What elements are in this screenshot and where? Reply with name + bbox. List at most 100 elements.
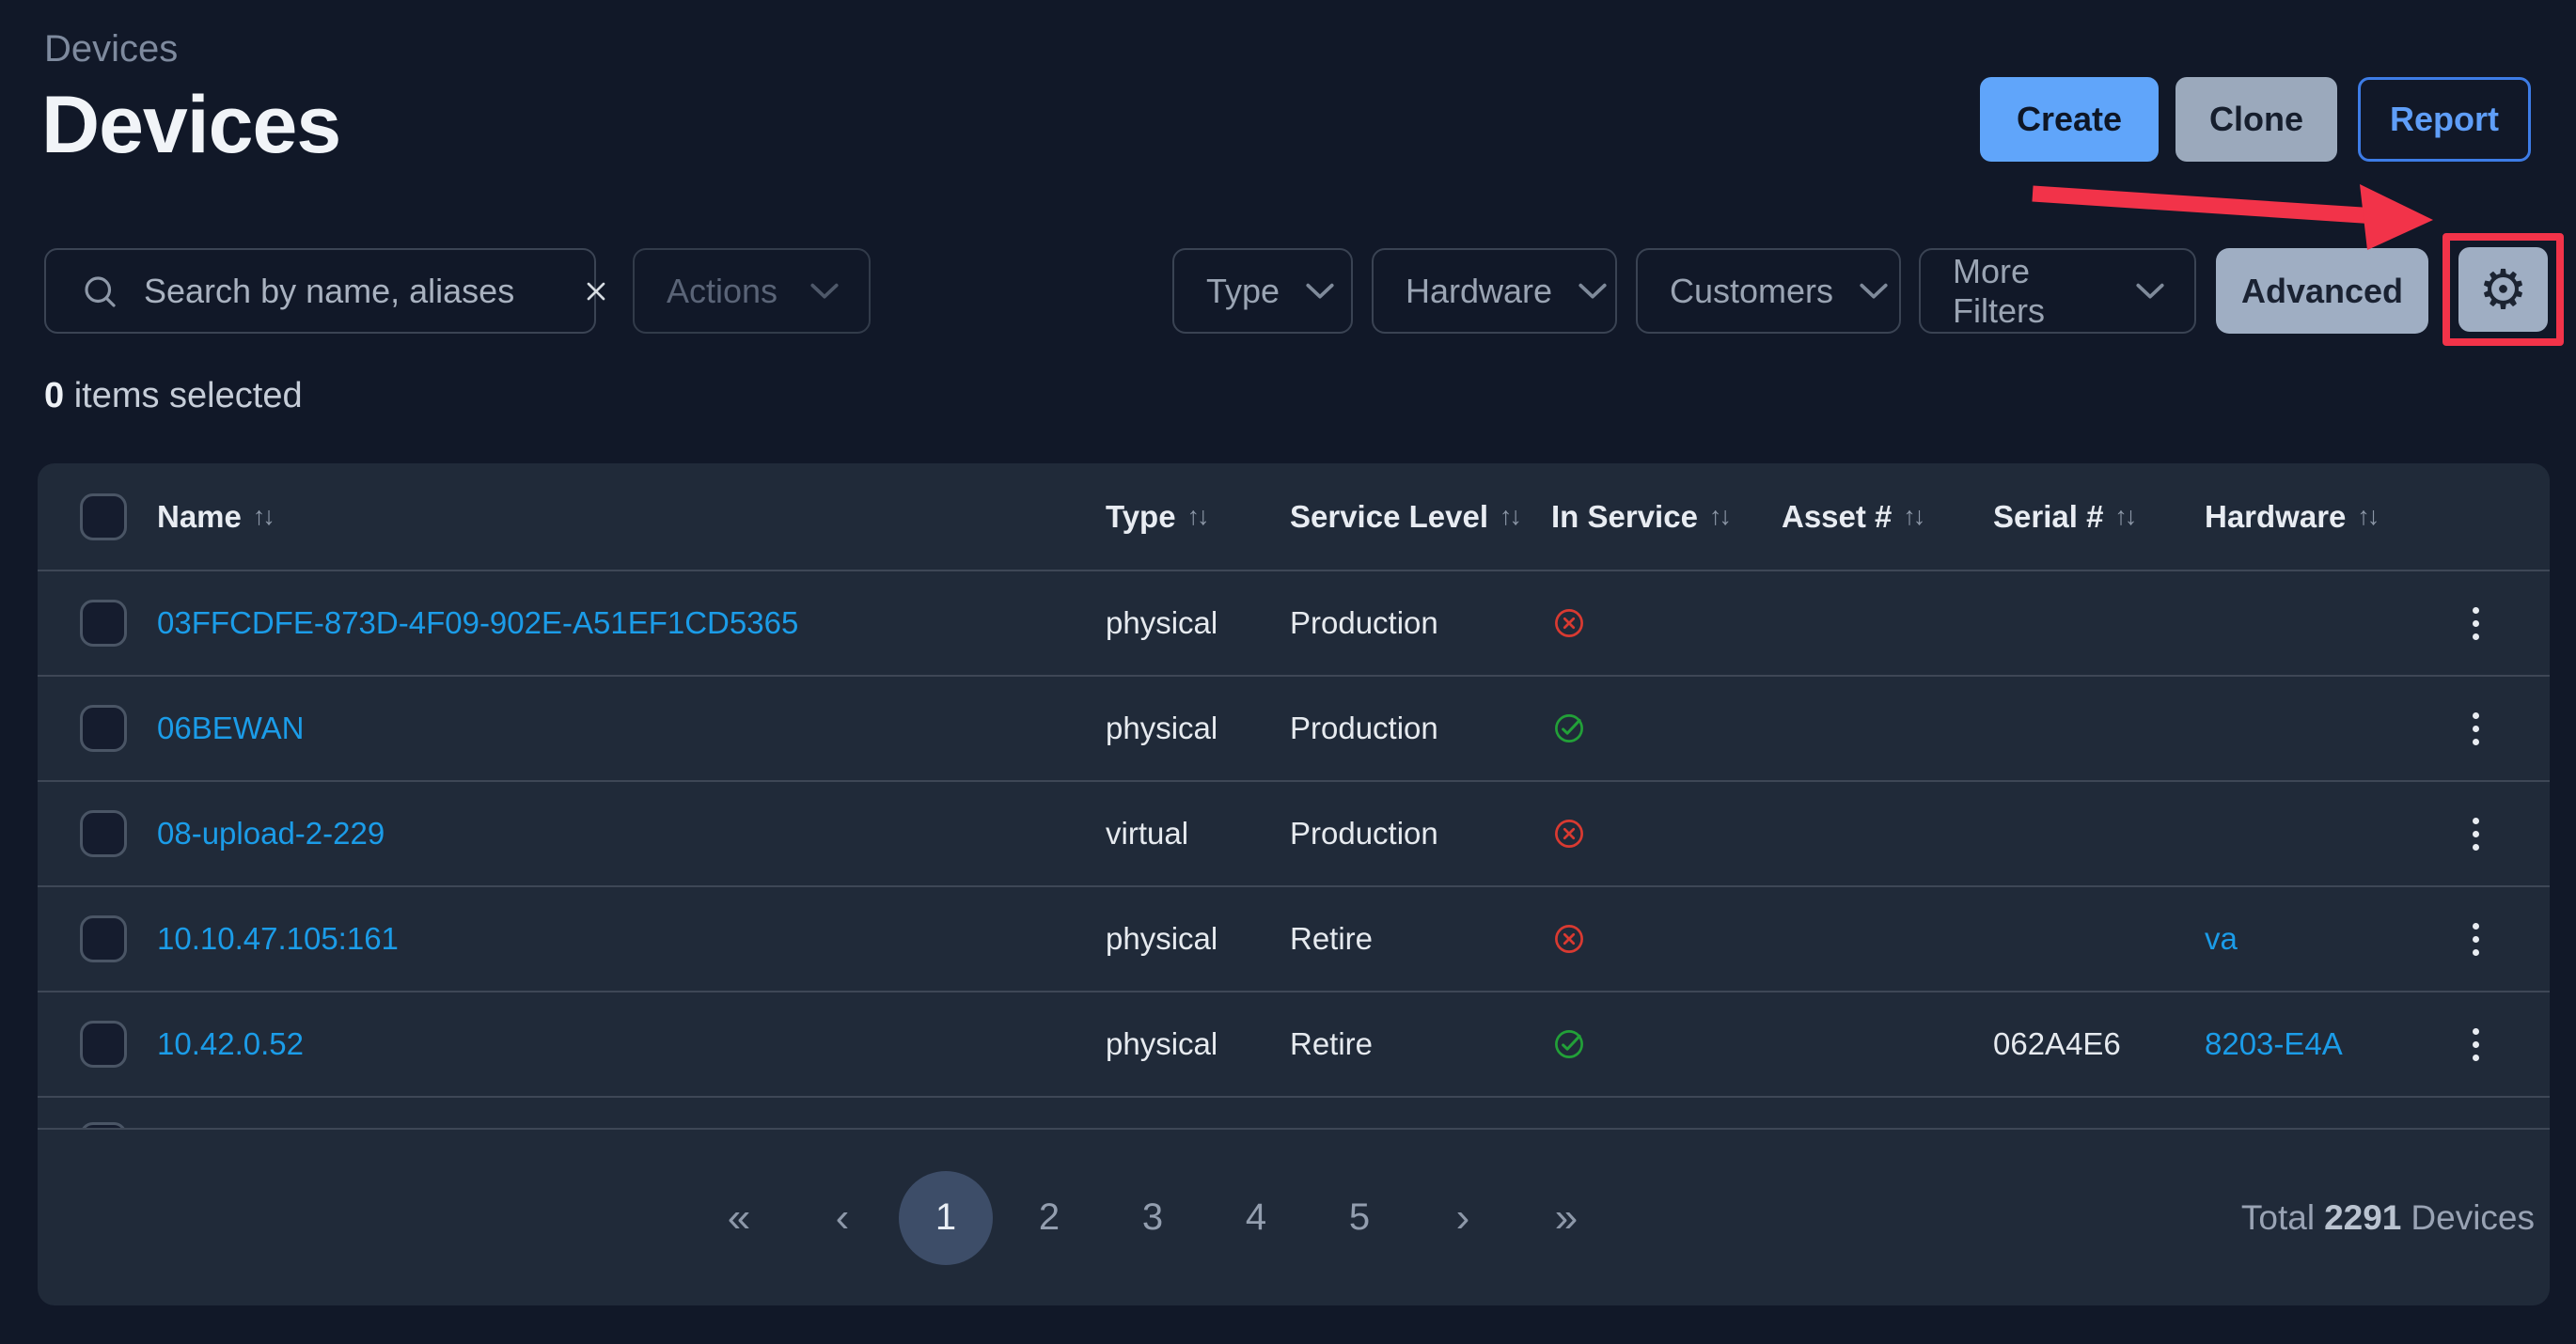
clear-search-icon[interactable]: [581, 276, 611, 306]
table-footer: « ‹ 1 2 3 4 5 › » Total 2291 Devices: [38, 1128, 2550, 1305]
advanced-filters-button[interactable]: Advanced: [2216, 248, 2428, 334]
row-checkbox[interactable]: [80, 1021, 127, 1068]
selection-count-number: 0: [44, 376, 64, 415]
in-service-status-icon: [1551, 605, 1782, 641]
hardware-cell: va: [2205, 921, 2473, 957]
gear-icon: ⚙: [2479, 262, 2528, 317]
search-icon: [80, 272, 119, 311]
hardware-link[interactable]: va: [2205, 921, 2238, 956]
next-page-button[interactable]: ›: [1416, 1171, 1510, 1265]
table-row: 03FFCDFE-873D-4F09-902E-A51EF1CD5365 phy…: [38, 570, 2550, 675]
total-devices-label: Total 2291 Devices: [2241, 1198, 2535, 1238]
in-service-status-icon: [1551, 921, 1782, 957]
filter-type-label: Type: [1206, 272, 1280, 311]
row-checkbox[interactable]: [80, 810, 127, 857]
type-cell: physical: [1106, 921, 1290, 957]
service-level-cell: Production: [1290, 816, 1551, 852]
in-service-status-icon: [1551, 1026, 1782, 1062]
column-header-type[interactable]: Type↑↓: [1106, 499, 1290, 535]
column-header-in-service[interactable]: In Service↑↓: [1551, 499, 1782, 535]
filter-customers-dropdown[interactable]: Customers: [1636, 248, 1901, 334]
sort-icon: ↑↓: [1187, 502, 1207, 531]
device-name-link[interactable]: 10.42.0.52: [157, 1026, 304, 1061]
breadcrumb: Devices: [44, 28, 178, 70]
filter-hardware-dropdown[interactable]: Hardware: [1372, 248, 1617, 334]
device-name-link[interactable]: 10.10.47.105:161: [157, 921, 399, 956]
filter-more-filters-dropdown[interactable]: More Filters: [1919, 248, 2196, 334]
page-button-4[interactable]: 4: [1209, 1171, 1303, 1265]
service-level-cell: Retire: [1290, 921, 1551, 957]
page-title: Devices: [41, 79, 340, 172]
column-header-service-level[interactable]: Service Level↑↓: [1290, 499, 1551, 535]
row-actions-menu-button[interactable]: [2473, 607, 2479, 640]
search-box[interactable]: [44, 248, 596, 334]
table-row: 10.42.0.52 physical Retire 062A4E6 8203-…: [38, 991, 2550, 1096]
row-actions-menu-button[interactable]: [2473, 712, 2479, 745]
table-row: 10.10.47.105:161 physical Retire va: [38, 885, 2550, 991]
device-name-cell: 03FFCDFE-873D-4F09-902E-A51EF1CD5365: [157, 605, 1106, 641]
last-page-button[interactable]: »: [1519, 1171, 1613, 1265]
row-checkbox[interactable]: [80, 915, 127, 962]
table-row: 08-upload-2-229 virtual Production: [38, 780, 2550, 885]
sort-icon: ↑↓: [1709, 502, 1729, 531]
type-cell: virtual: [1106, 816, 1290, 852]
column-header-name[interactable]: Name↑↓: [157, 499, 1106, 535]
pagination: « ‹ 1 2 3 4 5 › »: [692, 1171, 1613, 1265]
column-header-asset[interactable]: Asset #↑↓: [1782, 499, 1993, 535]
type-cell: physical: [1106, 605, 1290, 641]
hardware-link[interactable]: 8203-E4A: [2205, 1026, 2343, 1061]
column-header-hardware[interactable]: Hardware↑↓: [2205, 499, 2473, 535]
page-button-2[interactable]: 2: [1002, 1171, 1096, 1265]
in-service-status-icon: [1551, 711, 1782, 746]
settings-button[interactable]: ⚙: [2458, 247, 2548, 332]
page-button-3[interactable]: 3: [1106, 1171, 1200, 1265]
row-actions-menu-button[interactable]: [2473, 1028, 2479, 1061]
sort-icon: ↑↓: [2114, 502, 2134, 531]
device-name-link[interactable]: 06BEWAN: [157, 711, 305, 745]
row-checkbox[interactable]: [80, 600, 127, 647]
page-button-1[interactable]: 1: [899, 1171, 993, 1265]
table-row: 06BEWAN physical Production: [38, 675, 2550, 780]
service-level-cell: Retire: [1290, 1026, 1551, 1062]
first-page-button[interactable]: «: [692, 1171, 786, 1265]
device-name-link[interactable]: 03FFCDFE-873D-4F09-902E-A51EF1CD5365: [157, 605, 798, 640]
chevron-down-icon: [809, 282, 840, 301]
device-name-cell: 08-upload-2-229: [157, 816, 1106, 852]
actions-dropdown[interactable]: Actions: [633, 248, 871, 334]
service-level-cell: Production: [1290, 605, 1551, 641]
filter-more-filters-label: More Filters: [1953, 252, 2110, 331]
row-actions-menu-button[interactable]: [2473, 818, 2479, 851]
row-checkbox[interactable]: [80, 705, 127, 752]
sort-icon: ↑↓: [1903, 502, 1923, 531]
row-actions-menu-button[interactable]: [2473, 923, 2479, 956]
service-level-cell: Production: [1290, 711, 1551, 746]
search-input[interactable]: [144, 272, 581, 311]
column-header-serial[interactable]: Serial #↑↓: [1993, 499, 2205, 535]
filter-customers-label: Customers: [1670, 272, 1833, 311]
chevron-down-icon: [1858, 282, 1890, 301]
devices-table: Name↑↓ Type↑↓ Service Level↑↓ In Service…: [38, 463, 2550, 1305]
create-button[interactable]: Create: [1980, 77, 2159, 162]
table-row-partial: [38, 1096, 2550, 1128]
sort-icon: ↑↓: [1500, 502, 1519, 531]
sort-icon: ↑↓: [2357, 502, 2377, 531]
page-button-5[interactable]: 5: [1312, 1171, 1406, 1265]
table-header-row: Name↑↓ Type↑↓ Service Level↑↓ In Service…: [38, 463, 2550, 570]
select-all-checkbox[interactable]: [80, 493, 127, 540]
actions-dropdown-label: Actions: [667, 272, 778, 311]
chevron-down-icon: [2134, 282, 2166, 301]
hardware-cell: 8203-E4A: [2205, 1026, 2473, 1062]
chevron-down-icon: [1577, 282, 1609, 301]
chevron-down-icon: [1304, 282, 1336, 301]
filter-hardware-label: Hardware: [1406, 272, 1552, 311]
device-name-cell: 10.42.0.52: [157, 1026, 1106, 1062]
serial-cell: 062A4E6: [1993, 1026, 2205, 1062]
report-button[interactable]: Report: [2358, 77, 2531, 162]
type-cell: physical: [1106, 711, 1290, 746]
type-cell: physical: [1106, 1026, 1290, 1062]
sort-icon: ↑↓: [253, 502, 273, 531]
device-name-link[interactable]: 08-upload-2-229: [157, 816, 385, 851]
filter-type-dropdown[interactable]: Type: [1172, 248, 1353, 334]
clone-button[interactable]: Clone: [2175, 77, 2337, 162]
prev-page-button[interactable]: ‹: [795, 1171, 889, 1265]
